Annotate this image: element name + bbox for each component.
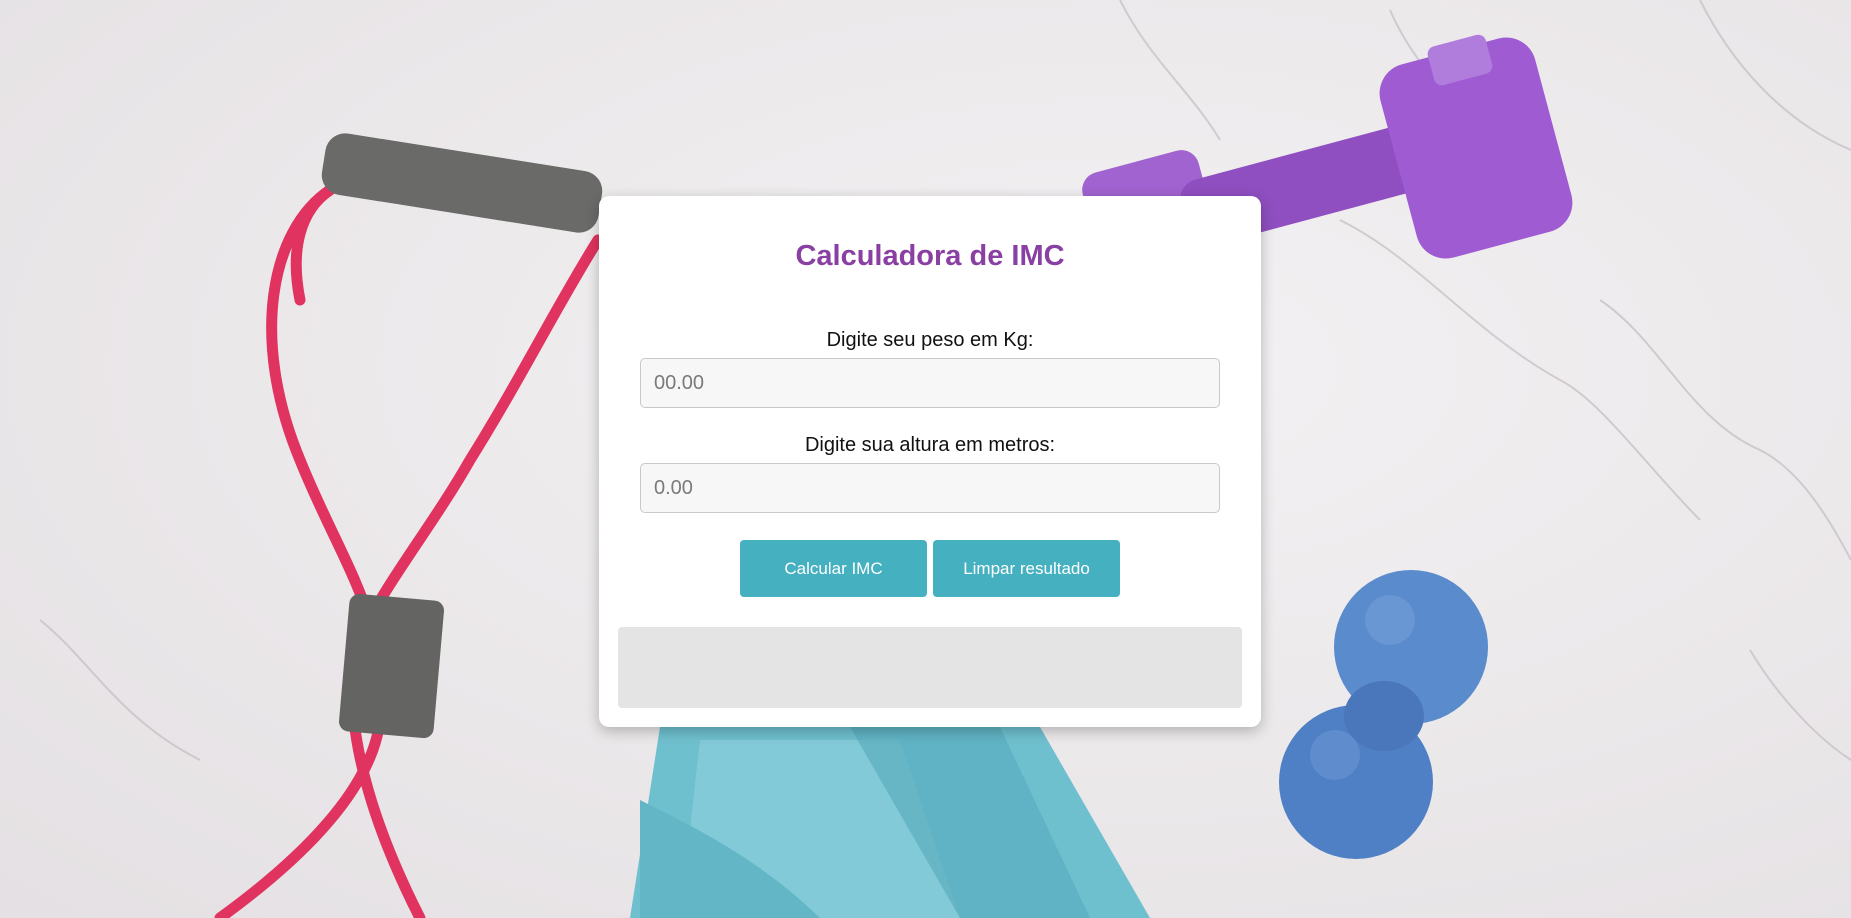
band-handles xyxy=(321,133,603,739)
peso-label: Digite seu peso em Kg: xyxy=(826,329,1034,351)
page: Calculadora de IMC Digite seu peso em Kg… xyxy=(0,0,1851,918)
altura-input[interactable] xyxy=(640,463,1220,513)
exercise-band-teal xyxy=(630,727,1150,918)
limpar-resultado-button[interactable]: Limpar resultado xyxy=(933,540,1120,597)
calcular-imc-button[interactable]: Calcular IMC xyxy=(740,540,927,597)
massage-ball-blue xyxy=(1279,570,1488,859)
peso-input[interactable] xyxy=(640,358,1220,408)
imc-calculator-card: Calculadora de IMC Digite seu peso em Kg… xyxy=(599,196,1261,727)
result-box xyxy=(618,627,1242,708)
resistance-band-red xyxy=(214,184,604,918)
altura-label: Digite sua altura em metros: xyxy=(804,434,1056,456)
page-title: Calculadora de IMC xyxy=(795,240,1065,272)
